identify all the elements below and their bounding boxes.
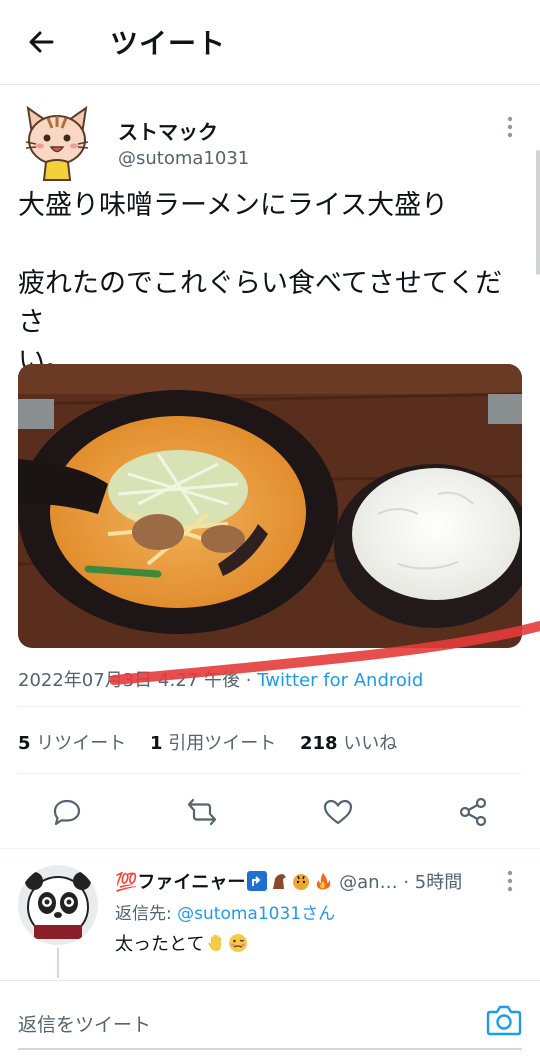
scrollbar[interactable]	[536, 150, 540, 275]
reply-handle[interactable]: @an…	[339, 872, 397, 893]
fire-icon	[313, 871, 333, 891]
reply-time: · 5時間	[403, 872, 463, 893]
arrow-badge-icon	[247, 871, 268, 891]
reply-display-name[interactable]: 💯ファイニャー	[115, 872, 245, 893]
tweet-actions	[0, 786, 540, 836]
reply-header: 💯ファイニャー @an… · 5時間	[115, 868, 462, 894]
avatar[interactable]	[18, 104, 96, 182]
tweet-photo[interactable]	[18, 364, 522, 648]
more-icon[interactable]	[502, 114, 518, 140]
raised-hand-icon	[206, 933, 226, 953]
tweet-meta: 2022年07月3日 4:27 午後 · Twitter for Android	[18, 666, 423, 692]
reply-text: 太ったとて	[115, 930, 248, 956]
reply-text-content: 太ったとて	[115, 934, 205, 955]
like-icon[interactable]	[322, 796, 354, 828]
tiger-icon	[291, 871, 311, 891]
divider	[0, 848, 540, 849]
more-icon[interactable]	[502, 868, 518, 894]
reply-composer-input[interactable]: 返信をツイート	[18, 1010, 151, 1037]
reply-composer: 返信をツイート	[0, 980, 540, 1057]
tweet-timestamp: 2022年07月3日 4:27 午後 ·	[18, 670, 258, 691]
share-icon[interactable]	[457, 796, 489, 828]
retweet-count: 5	[18, 733, 31, 754]
top-bar: ツイート	[0, 0, 540, 85]
quote-label: 引用ツイート	[168, 733, 277, 754]
composer-underline	[18, 1048, 522, 1050]
reply-avatar[interactable]	[18, 865, 98, 945]
user-handle[interactable]: @sutoma1031	[118, 148, 249, 169]
display-name[interactable]: ストマック	[118, 116, 218, 145]
tweet-source-link[interactable]: Twitter for Android	[257, 670, 423, 691]
like-label: いいね	[343, 733, 398, 754]
quote-count: 1	[150, 733, 163, 754]
like-count: 218	[300, 733, 338, 754]
horse-icon	[269, 871, 289, 891]
back-arrow-icon[interactable]	[24, 24, 60, 60]
reply-to-prefix: 返信先:	[115, 904, 178, 924]
page-title: ツイート	[110, 27, 227, 60]
quote-stat[interactable]: 1 引用ツイート	[150, 733, 276, 754]
tweet-text-line: 大盛り味噌ラーメンにライス大盛り	[18, 190, 449, 221]
woozy-face-icon	[228, 933, 248, 953]
divider	[18, 706, 522, 707]
divider	[18, 773, 522, 774]
tweet-stats: 5 リツイート 1 引用ツイート 218 いいね	[18, 729, 415, 755]
retweet-stat[interactable]: 5 リツイート	[18, 733, 126, 754]
tweet-text-line: 疲れたのでこれぐらい食べてさせてくださ	[18, 268, 503, 338]
like-stat[interactable]: 218 いいね	[300, 733, 397, 754]
retweet-label: リツイート	[36, 733, 127, 754]
camera-icon[interactable]	[486, 1003, 522, 1037]
retweet-icon[interactable]	[186, 796, 218, 828]
tweet-text: 大盛り味噌ラーメンにライス大盛り 疲れたのでこれぐらい食べてさせてくださ い。	[18, 186, 528, 381]
reply-to-link[interactable]: @sutoma1031さん	[177, 904, 335, 924]
thread-line	[57, 948, 59, 978]
reply-icon[interactable]	[51, 796, 83, 828]
reply-to: 返信先: @sutoma1031さん	[115, 899, 335, 924]
